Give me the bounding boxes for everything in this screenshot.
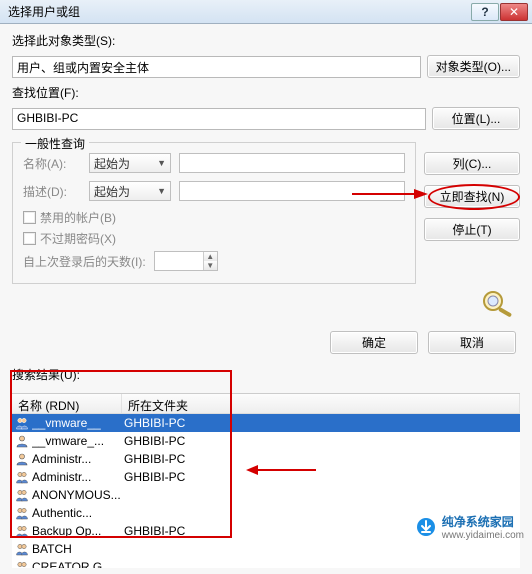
- dialog-buttons: 确定 取消: [12, 331, 520, 354]
- list-item[interactable]: ANONYMOUS...: [12, 486, 520, 504]
- days-value: [155, 252, 203, 270]
- row-folder: GHBIBI-PC: [124, 470, 520, 484]
- row-name: Administr...: [32, 470, 124, 484]
- location-label: 查找位置(F):: [12, 84, 520, 101]
- days-row: 自上次登录后的天数(I): ▲ ▼: [23, 251, 405, 271]
- watermark: 纯净系统家园 www.yidaimei.com: [416, 513, 524, 541]
- object-type-value: 用户、组或内置安全主体: [12, 56, 421, 78]
- object-type-label: 选择此对象类型(S):: [12, 32, 520, 49]
- user-icon: [14, 433, 30, 449]
- columns-button[interactable]: 列(C)...: [424, 152, 520, 175]
- list-item[interactable]: Administr...GHBIBI-PC: [12, 468, 520, 486]
- group-icon: [14, 487, 30, 503]
- name-mode-select[interactable]: 起始为 ▼: [89, 153, 171, 173]
- results-header: 名称 (RDN) 所在文件夹: [12, 394, 520, 414]
- window-controls: ? ✕: [471, 3, 528, 21]
- location-row: GHBIBI-PC 位置(L)...: [12, 107, 520, 130]
- group-icon: [14, 469, 30, 485]
- user-icon: [14, 451, 30, 467]
- noexpire-checkbox[interactable]: [23, 232, 36, 245]
- search-icon[interactable]: [476, 289, 520, 317]
- name-mode-value: 起始为: [94, 155, 130, 172]
- row-name: Authentic...: [32, 506, 124, 520]
- desc-input[interactable]: [179, 181, 405, 201]
- group-icon: [14, 415, 30, 431]
- list-item[interactable]: CREATOR G...: [12, 558, 520, 568]
- row-folder: GHBIBI-PC: [124, 434, 520, 448]
- query-left: 一般性查询 名称(A): 起始为 ▼ 描述(D): 起始为 ▼: [12, 136, 416, 317]
- row-folder: GHBIBI-PC: [124, 452, 520, 466]
- watermark-text: 纯净系统家园 www.yidaimei.com: [442, 513, 524, 541]
- close-icon: ✕: [509, 5, 519, 19]
- titlebar: 选择用户或组 ? ✕: [0, 0, 532, 24]
- query-right: 列(C)... 立即查找(N) 停止(T): [424, 136, 520, 317]
- spin-down-icon[interactable]: ▼: [204, 261, 217, 270]
- name-input[interactable]: [179, 153, 405, 173]
- watermark-logo-icon: [416, 517, 436, 537]
- row-name: __vmware_...: [32, 434, 124, 448]
- chevron-down-icon: ▼: [157, 158, 166, 168]
- days-spinner[interactable]: ▲ ▼: [154, 251, 218, 271]
- desc-label: 描述(D):: [23, 183, 81, 200]
- disabled-accounts-label: 禁用的帐户(B): [40, 209, 116, 226]
- column-folder-header[interactable]: 所在文件夹: [122, 394, 520, 413]
- row-name: __vmware__: [32, 416, 124, 430]
- noexpire-check-row: 不过期密码(X): [23, 230, 405, 247]
- row-folder: GHBIBI-PC: [124, 416, 520, 430]
- disabled-accounts-checkbox[interactable]: [23, 211, 36, 224]
- list-item[interactable]: __vmware__GHBIBI-PC: [12, 414, 520, 432]
- watermark-url: www.yidaimei.com: [442, 530, 524, 541]
- group-icon: [14, 505, 30, 521]
- list-item[interactable]: BATCH: [12, 540, 520, 558]
- list-item[interactable]: Administr...GHBIBI-PC: [12, 450, 520, 468]
- locations-button[interactable]: 位置(L)...: [432, 107, 520, 130]
- noexpire-label: 不过期密码(X): [40, 230, 116, 247]
- object-type-row: 用户、组或内置安全主体 对象类型(O)...: [12, 55, 520, 78]
- stop-button[interactable]: 停止(T): [424, 218, 520, 241]
- name-label: 名称(A):: [23, 155, 81, 172]
- row-name: BATCH: [32, 542, 124, 556]
- watermark-brand: 纯净系统家园: [442, 515, 514, 529]
- row-name: Administr...: [32, 452, 124, 466]
- results-label: 搜索结果(U):: [12, 366, 520, 383]
- group-icon: [14, 523, 30, 539]
- window-title: 选择用户或组: [4, 3, 471, 20]
- days-label: 自上次登录后的天数(I):: [23, 253, 146, 270]
- dialog-body: 选择此对象类型(S): 用户、组或内置安全主体 对象类型(O)... 查找位置(…: [0, 24, 532, 574]
- group-icon: [14, 541, 30, 557]
- spin-up-icon[interactable]: ▲: [204, 252, 217, 261]
- desc-mode-value: 起始为: [94, 183, 130, 200]
- chevron-down-icon: ▼: [157, 186, 166, 196]
- name-row: 名称(A): 起始为 ▼: [23, 153, 405, 173]
- help-icon: ?: [481, 5, 488, 19]
- group-icon: [14, 559, 30, 568]
- desc-row: 描述(D): 起始为 ▼: [23, 181, 405, 201]
- ok-button[interactable]: 确定: [330, 331, 418, 354]
- disabled-accounts-check-row: 禁用的帐户(B): [23, 209, 405, 226]
- list-item[interactable]: __vmware_...GHBIBI-PC: [12, 432, 520, 450]
- row-name: ANONYMOUS...: [32, 488, 124, 502]
- location-value: GHBIBI-PC: [12, 108, 426, 130]
- find-now-button[interactable]: 立即查找(N): [424, 185, 520, 208]
- group-legend: 一般性查询: [21, 135, 89, 152]
- close-button[interactable]: ✕: [500, 3, 528, 21]
- row-name: CREATOR G...: [32, 560, 124, 568]
- row-name: Backup Op...: [32, 524, 124, 538]
- object-types-button[interactable]: 对象类型(O)...: [427, 55, 520, 78]
- column-name-header[interactable]: 名称 (RDN): [12, 394, 122, 413]
- common-queries-group: 一般性查询 名称(A): 起始为 ▼ 描述(D): 起始为 ▼: [12, 142, 416, 284]
- help-button[interactable]: ?: [471, 3, 499, 21]
- desc-mode-select[interactable]: 起始为 ▼: [89, 181, 171, 201]
- query-split: 一般性查询 名称(A): 起始为 ▼ 描述(D): 起始为 ▼: [12, 136, 520, 317]
- cancel-button[interactable]: 取消: [428, 331, 516, 354]
- spinner-buttons: ▲ ▼: [203, 252, 217, 270]
- results-list: 名称 (RDN) 所在文件夹 __vmware__GHBIBI-PC__vmwa…: [12, 393, 520, 568]
